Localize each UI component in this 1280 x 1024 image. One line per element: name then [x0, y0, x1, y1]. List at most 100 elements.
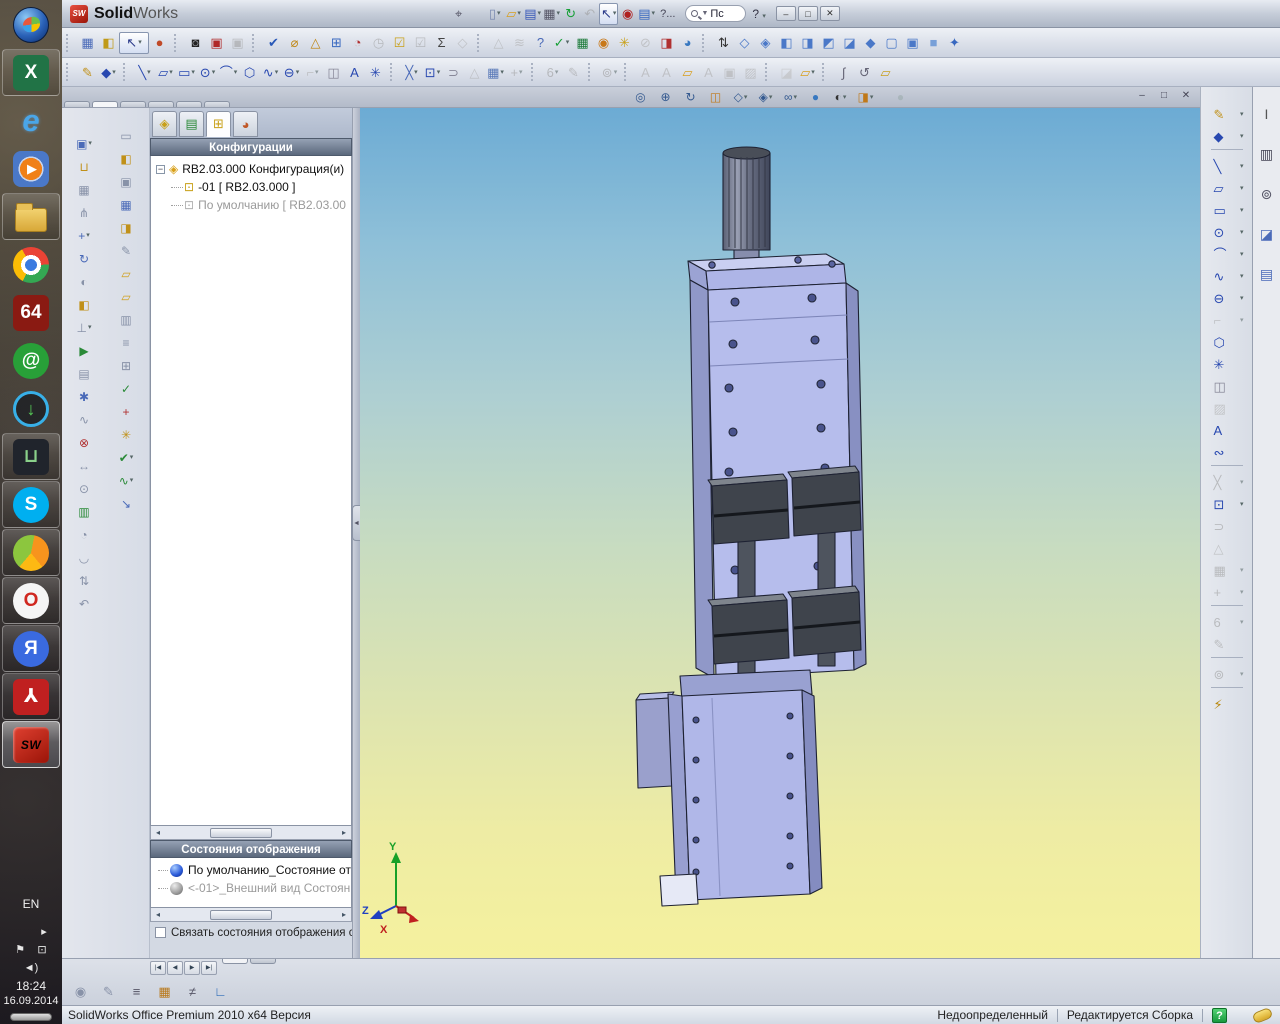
- tree-item[interactable]: ⊡ -01 [ RB2.03.000 ]: [151, 178, 351, 196]
- file-explorer-pane-icon[interactable]: ⊚: [1256, 183, 1278, 205]
- app-64-taskbar-button[interactable]: 64: [2, 289, 60, 336]
- display-state-item[interactable]: По умолчанию_Состояние от: [151, 861, 351, 879]
- volume-icon[interactable]: ◄): [23, 961, 39, 975]
- apply-scene-icon[interactable]: ◨ ▾: [853, 88, 878, 106]
- network-status-icon[interactable]: ⊡: [34, 943, 50, 957]
- command-search[interactable]: ▼: [685, 5, 747, 22]
- polygon-icon[interactable]: ⬡: [239, 61, 260, 83]
- sketch-pencil-icon[interactable]: ✎: [109, 239, 143, 262]
- shaded-style-icon[interactable]: ■: [923, 32, 944, 54]
- straight-slot-icon[interactable]: ▭ ▾: [176, 61, 197, 83]
- add-item-icon[interactable]: +: [109, 400, 143, 423]
- taskbar-scrollbar[interactable]: [10, 1013, 52, 1021]
- approve-check-icon[interactable]: ✓: [109, 377, 143, 400]
- save-icon[interactable]: ▤ ▾: [523, 3, 542, 25]
- tree-item[interactable]: − ◈ RB2.03.000 Конфигурация(и): [151, 160, 351, 178]
- search-input[interactable]: [710, 7, 741, 20]
- smart-dimension-icon[interactable]: ◆ ▾: [98, 61, 119, 83]
- rotate-view-icon[interactable]: ↻: [678, 88, 703, 106]
- polygon-icon[interactable]: ⬡: [1206, 331, 1248, 353]
- line-icon[interactable]: ╲ ▾: [134, 61, 155, 83]
- solidworks-resources-icon[interactable]: I: [1256, 103, 1278, 125]
- back-view-icon[interactable]: ◈: [755, 32, 776, 54]
- download-manager-taskbar-button[interactable]: ↓: [2, 385, 60, 432]
- command-tab[interactable]: [64, 101, 90, 107]
- symmetry-check-icon[interactable]: ⇅: [67, 569, 101, 592]
- action-center-flag-icon[interactable]: ⚑: [12, 943, 28, 957]
- document-close-icon[interactable]: ✕: [1178, 89, 1194, 103]
- restore-button[interactable]: □: [797, 6, 818, 21]
- star-tool-icon[interactable]: ✳: [109, 423, 143, 446]
- smart-fasteners-icon[interactable]: ⋔: [67, 201, 101, 224]
- scroll-left-icon[interactable]: ◂: [151, 910, 165, 919]
- document-restore-icon[interactable]: □: [1156, 89, 1172, 103]
- design-grid-icon[interactable]: ▦: [109, 193, 143, 216]
- move-size-icon[interactable]: ⊞: [326, 32, 347, 54]
- previous-frame-icon[interactable]: ◀: [167, 961, 183, 975]
- measure-icon[interactable]: ⌀: [284, 32, 305, 54]
- render-globe-icon[interactable]: ◕: [677, 32, 698, 54]
- new-document-icon[interactable]: ▯ ▾: [485, 3, 504, 25]
- command-tab[interactable]: [176, 101, 202, 107]
- spline-icon[interactable]: ∿ ▾: [1206, 265, 1248, 287]
- media-player-taskbar-button[interactable]: ▶: [2, 145, 60, 192]
- edit-part-icon[interactable]: ◧: [109, 147, 143, 170]
- document-minimize-icon[interactable]: –: [1134, 89, 1150, 103]
- scroll-left-icon[interactable]: ◂: [151, 828, 165, 837]
- convert-entities-icon[interactable]: ⊡ ▾: [1206, 493, 1248, 515]
- open-document-icon[interactable]: ▱ ▾: [504, 3, 523, 25]
- paperclip-icon[interactable]: ∫: [833, 61, 854, 83]
- scroll-right-icon[interactable]: ▸: [337, 828, 351, 837]
- point-icon[interactable]: ✳: [1206, 353, 1248, 375]
- file-explorer-taskbar-button[interactable]: [2, 193, 60, 240]
- mediaget-taskbar-button[interactable]: [2, 529, 60, 576]
- ellipse-icon[interactable]: ⊖ ▾: [1206, 287, 1248, 309]
- library-panel-icon[interactable]: ▥: [109, 308, 143, 331]
- open-folder-2-icon[interactable]: ▱: [109, 285, 143, 308]
- new-motion-study-icon[interactable]: ▶: [67, 339, 101, 362]
- magnified-selection-icon[interactable]: ◉: [593, 32, 614, 54]
- motion-tab[interactable]: [250, 959, 276, 964]
- view-palette-icon[interactable]: ◪: [1256, 223, 1278, 245]
- propertymanager-tab[interactable]: ▤: [179, 111, 204, 137]
- lights-flashlight-icon[interactable]: ✦: [944, 32, 965, 54]
- solidworks-taskbar-button[interactable]: SW: [2, 721, 60, 768]
- search-pin-icon[interactable]: ⌖: [448, 3, 469, 25]
- grid-view-icon[interactable]: ⊞: [109, 354, 143, 377]
- corner-rectangle-icon[interactable]: ▱ ▾: [155, 61, 176, 83]
- command-tab[interactable]: [92, 101, 118, 107]
- edit-note-icon[interactable]: ✎: [98, 980, 119, 1002]
- design-binder-icon[interactable]: ▦: [154, 980, 175, 1002]
- rebuild-icon[interactable]: ↻: [561, 3, 580, 25]
- list-lines-icon[interactable]: ≡: [126, 980, 147, 1002]
- quick-tips-icon[interactable]: ?: [1212, 1007, 1227, 1023]
- equation-curve-icon[interactable]: ∾: [1206, 441, 1248, 463]
- curvature-check-icon[interactable]: ◡: [67, 546, 101, 569]
- video-camera-icon[interactable]: ▣: [206, 32, 227, 54]
- go-to-start-icon[interactable]: |◀: [150, 961, 166, 975]
- verification-icon[interactable]: ✓ ▾: [551, 32, 572, 54]
- displaymanager-tab[interactable]: ◕: [233, 111, 258, 137]
- sketch-text-icon[interactable]: A: [1206, 419, 1248, 441]
- axes-corner-icon[interactable]: ∟: [210, 980, 231, 1002]
- featuremanager-tab[interactable]: ◈: [152, 111, 177, 137]
- command-tab[interactable]: [204, 101, 230, 107]
- mirror-entities-icon[interactable]: ◫: [323, 61, 344, 83]
- performance-evaluation-icon[interactable]: ◔: [67, 523, 101, 546]
- circle-icon[interactable]: ⊙ ▾: [1206, 221, 1248, 243]
- performance-gauge-icon[interactable]: ◔: [347, 32, 368, 54]
- convert-entities-icon[interactable]: ⊡ ▾: [422, 61, 443, 83]
- go-to-end-icon[interactable]: ▶|: [201, 961, 217, 975]
- graphics-area[interactable]: Y Z X: [360, 108, 1200, 958]
- zoom-fit-icon[interactable]: ◎: [628, 88, 653, 106]
- horizontal-scrollbar[interactable]: ◂ ▸: [150, 908, 352, 922]
- scrollbar-thumb[interactable]: [209, 909, 272, 920]
- straight-slot-icon[interactable]: ▭ ▾: [1206, 199, 1248, 221]
- edit-component-icon[interactable]: ▭: [109, 124, 143, 147]
- skype-taskbar-button[interactable]: S: [2, 481, 60, 528]
- panel-splitter[interactable]: ◄: [352, 108, 361, 958]
- top-view-icon[interactable]: ◩: [818, 32, 839, 54]
- right-view-icon[interactable]: ◨: [797, 32, 818, 54]
- realview-icon[interactable]: ●: [803, 88, 828, 106]
- move-component-icon[interactable]: + ▾: [67, 224, 101, 247]
